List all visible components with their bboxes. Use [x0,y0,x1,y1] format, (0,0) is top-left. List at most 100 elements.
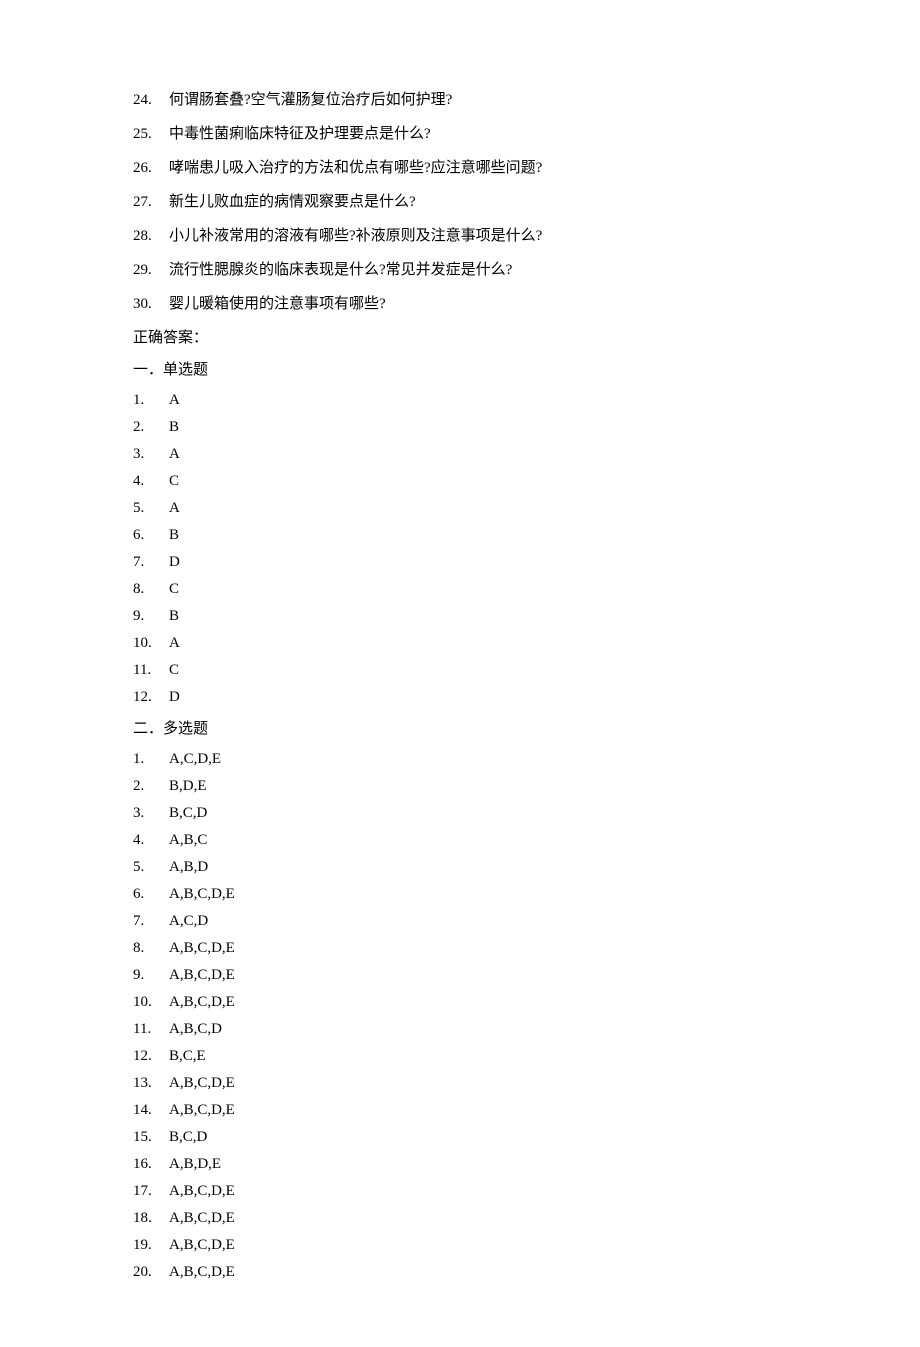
answer-number: 11. [133,1017,169,1041]
answer-value: A,B,C,D,E [169,1098,787,1122]
answer-item: 18. A,B,C,D,E [133,1206,787,1230]
answer-number: 8. [133,577,169,601]
answer-value: A,B,C,D [169,1017,787,1041]
answer-item: 10. A,B,C,D,E [133,990,787,1014]
answer-number: 4. [133,828,169,852]
answer-number: 14. [133,1098,169,1122]
answer-value: A,B,C,D,E [169,1233,787,1257]
question-text: 何谓肠套叠?空气灌肠复位治疗后如何护理? [169,88,787,112]
answer-item: 13. A,B,C,D,E [133,1071,787,1095]
answer-value: B,D,E [169,774,787,798]
answer-number: 6. [133,523,169,547]
question-text: 婴儿暖箱使用的注意事项有哪些? [169,292,787,316]
question-text: 哮喘患儿吸入治疗的方法和优点有哪些?应注意哪些问题? [169,156,787,180]
answer-item: 4. C [133,469,787,493]
answer-number: 18. [133,1206,169,1230]
answer-item: 5. A [133,496,787,520]
answer-value: B [169,415,787,439]
answer-value: A,B,C,D,E [169,1071,787,1095]
answer-item: 8. C [133,577,787,601]
answer-number: 1. [133,388,169,412]
answer-number: 2. [133,415,169,439]
answer-value: A,B,C,D,E [169,936,787,960]
answer-number: 15. [133,1125,169,1149]
question-text: 小儿补液常用的溶液有哪些?补液原则及注意事项是什么? [169,224,787,248]
answer-number: 20. [133,1260,169,1284]
answer-item: 4. A,B,C [133,828,787,852]
answer-item: 2. B,D,E [133,774,787,798]
answer-item: 11. A,B,C,D [133,1017,787,1041]
answer-item: 11. C [133,658,787,682]
answer-value: A,B,C [169,828,787,852]
multi-choice-answers: 1. A,C,D,E 2. B,D,E 3. B,C,D 4. A,B,C 5.… [133,747,787,1284]
answer-item: 3. A [133,442,787,466]
answer-item: 5. A,B,D [133,855,787,879]
answer-number: 11. [133,658,169,682]
answer-value: B,C,E [169,1044,787,1068]
answer-item: 17. A,B,C,D,E [133,1179,787,1203]
answer-number: 6. [133,882,169,906]
answer-number: 12. [133,1044,169,1068]
question-number: 29. [133,258,169,282]
answer-value: D [169,550,787,574]
answer-item: 1. A,C,D,E [133,747,787,771]
question-text: 中毒性菌痢临床特征及护理要点是什么? [169,122,787,146]
answer-value: C [169,658,787,682]
answer-value: A [169,388,787,412]
answer-value: D [169,685,787,709]
answer-item: 1. A [133,388,787,412]
answer-value: B,C,D [169,801,787,825]
question-text: 流行性腮腺炎的临床表现是什么?常见并发症是什么? [169,258,787,282]
section-heading-single: 一．单选题 [133,358,787,382]
question-text: 新生儿败血症的病情观察要点是什么? [169,190,787,214]
answer-item: 9. A,B,C,D,E [133,963,787,987]
answer-number: 5. [133,496,169,520]
answer-item: 14. A,B,C,D,E [133,1098,787,1122]
answer-value: C [169,469,787,493]
answer-number: 1. [133,747,169,771]
answer-value: C [169,577,787,601]
question-number: 30. [133,292,169,316]
answer-item: 6. B [133,523,787,547]
answer-number: 3. [133,801,169,825]
answer-item: 6. A,B,C,D,E [133,882,787,906]
answer-key-label: 正确答案： [133,326,787,350]
answer-number: 7. [133,550,169,574]
answer-value: A,C,D [169,909,787,933]
answer-number: 4. [133,469,169,493]
answer-number: 13. [133,1071,169,1095]
question-number: 27. [133,190,169,214]
question-item: 26. 哮喘患儿吸入治疗的方法和优点有哪些?应注意哪些问题? [133,156,787,180]
answer-value: A [169,631,787,655]
questions-list: 24. 何谓肠套叠?空气灌肠复位治疗后如何护理? 25. 中毒性菌痢临床特征及护… [133,88,787,316]
answer-number: 19. [133,1233,169,1257]
answer-item: 12. B,C,E [133,1044,787,1068]
answer-number: 8. [133,936,169,960]
answer-value: A,B,C,D,E [169,882,787,906]
answer-value: A,B,C,D,E [169,1260,787,1284]
answer-value: A,B,C,D,E [169,1206,787,1230]
answer-value: A,B,C,D,E [169,963,787,987]
answer-item: 8. A,B,C,D,E [133,936,787,960]
answer-number: 5. [133,855,169,879]
answer-number: 10. [133,990,169,1014]
answer-value: A,B,D,E [169,1152,787,1176]
answer-item: 7. D [133,550,787,574]
answer-item: 15. B,C,D [133,1125,787,1149]
question-number: 25. [133,122,169,146]
question-number: 28. [133,224,169,248]
question-item: 28. 小儿补液常用的溶液有哪些?补液原则及注意事项是什么? [133,224,787,248]
answer-value: B [169,523,787,547]
answer-value: A [169,442,787,466]
answer-number: 16. [133,1152,169,1176]
answer-item: 9. B [133,604,787,628]
answer-value: A [169,496,787,520]
answer-item: 2. B [133,415,787,439]
question-number: 24. [133,88,169,112]
question-item: 29. 流行性腮腺炎的临床表现是什么?常见并发症是什么? [133,258,787,282]
answer-value: A,B,D [169,855,787,879]
question-item: 27. 新生儿败血症的病情观察要点是什么? [133,190,787,214]
answer-number: 12. [133,685,169,709]
answer-item: 10. A [133,631,787,655]
answer-value: A,C,D,E [169,747,787,771]
